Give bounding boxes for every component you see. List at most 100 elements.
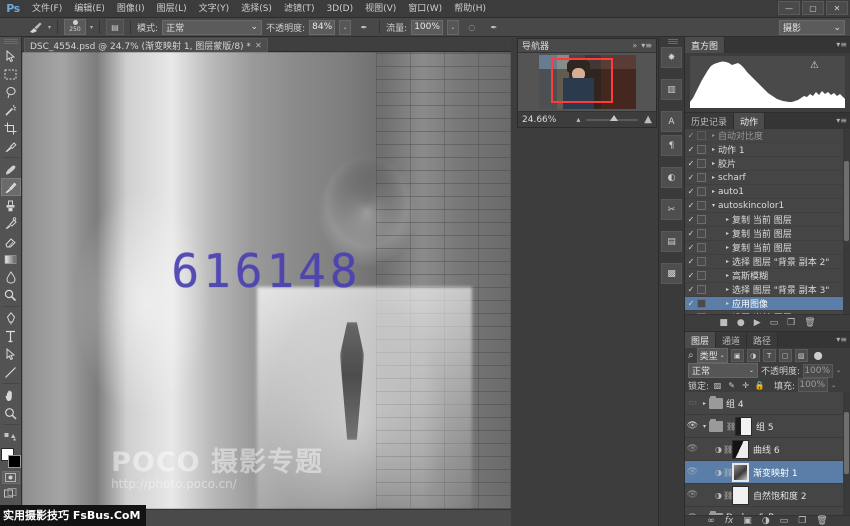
blur-tool[interactable] bbox=[1, 268, 21, 286]
path-selection-tool[interactable] bbox=[1, 345, 21, 363]
tab-channels[interactable]: 通道 bbox=[716, 332, 747, 348]
action-row[interactable]: ✓ ▸ 自动对比度 bbox=[685, 129, 850, 143]
hand-tool[interactable] bbox=[1, 386, 21, 404]
maximize-button[interactable]: ▢ bbox=[802, 1, 824, 15]
action-toggle-icon[interactable]: ✓ bbox=[685, 285, 697, 294]
document-tab[interactable]: DSC_4554.psd @ 24.7% (渐变映射 1, 图层蒙版/8) * … bbox=[24, 38, 268, 52]
layer-link-icon[interactable]: ⛓ bbox=[723, 468, 732, 477]
menu-view[interactable]: 视图(V) bbox=[359, 0, 402, 18]
layer-style-icon[interactable]: fx bbox=[725, 516, 734, 526]
clone-stamp-tool[interactable] bbox=[1, 196, 21, 214]
action-expand-icon[interactable]: ▸ bbox=[723, 300, 732, 307]
tab-paths[interactable]: 路径 bbox=[747, 332, 778, 348]
histogram-menu-icon[interactable]: ▾≡ bbox=[836, 40, 847, 49]
action-dialog-toggle[interactable] bbox=[697, 313, 706, 314]
action-row-selected[interactable]: ✓ ▸ 应用图像 bbox=[685, 297, 850, 311]
filter-smart-icon[interactable]: ▨ bbox=[795, 349, 808, 362]
actions-scroll-thumb[interactable] bbox=[844, 161, 849, 241]
edit-toolbar-icon[interactable] bbox=[1, 427, 21, 445]
close-document-icon[interactable]: ✕ bbox=[255, 41, 262, 50]
navigator-collapse-icon[interactable]: » bbox=[632, 41, 637, 50]
action-dialog-toggle[interactable] bbox=[697, 229, 706, 238]
color-swatches[interactable] bbox=[1, 448, 21, 468]
action-toggle-icon[interactable]: ✓ bbox=[685, 173, 697, 182]
navigator-zoom-value[interactable]: 24.66% bbox=[522, 115, 556, 125]
pen-tool[interactable] bbox=[1, 309, 21, 327]
eyedropper-tool[interactable] bbox=[1, 137, 21, 155]
brush-preset-caret-icon[interactable]: ▾ bbox=[48, 24, 51, 31]
opacity-field[interactable]: 84% bbox=[309, 20, 335, 35]
layer-mask-thumbnail[interactable] bbox=[732, 440, 749, 459]
healing-brush-tool[interactable] bbox=[1, 160, 21, 178]
menu-3d[interactable]: 3D(D) bbox=[320, 0, 359, 18]
navigator-menu-icon[interactable]: ▾≡ bbox=[641, 41, 652, 50]
stop-action-icon[interactable]: ■ bbox=[719, 318, 728, 328]
action-row[interactable]: ✓ ▸ 复制 当前 图层 bbox=[685, 213, 850, 227]
action-row[interactable]: ✓ ▸ 复制 当前 图层 bbox=[685, 227, 850, 241]
menu-image[interactable]: 图像(I) bbox=[111, 0, 151, 18]
action-toggle-icon[interactable]: ✓ bbox=[685, 131, 697, 140]
layer-visibility-icon[interactable]: 👁 bbox=[685, 421, 700, 431]
action-collapse-icon[interactable]: ▾ bbox=[709, 202, 718, 209]
adjustments-icon[interactable]: ✸ bbox=[661, 47, 682, 68]
delete-layer-icon[interactable]: 🗑 bbox=[816, 516, 827, 526]
move-tool[interactable] bbox=[1, 47, 21, 65]
action-dialog-toggle[interactable] bbox=[697, 215, 706, 224]
color-wheel-icon[interactable]: ◐ bbox=[661, 167, 682, 188]
action-dialog-toggle[interactable] bbox=[697, 159, 706, 168]
blend-mode-select[interactable]: 正常 ⌄ bbox=[162, 20, 262, 35]
histogram-warning-icon[interactable]: ⚠ bbox=[810, 60, 819, 71]
menu-type[interactable]: 文字(Y) bbox=[193, 0, 236, 18]
tab-layers[interactable]: 图层 bbox=[685, 332, 716, 348]
action-row[interactable]: ✓ ▸ 胶片 bbox=[685, 157, 850, 171]
layer-row[interactable]: ▭ ▸ 组 4 bbox=[685, 392, 850, 415]
layers-scrollbar[interactable] bbox=[843, 392, 850, 515]
crop-tool[interactable] bbox=[1, 119, 21, 137]
action-expand-icon[interactable]: ▸ bbox=[709, 132, 718, 139]
action-toggle-icon[interactable]: ✓ bbox=[685, 243, 697, 252]
filter-adjustment-icon[interactable]: ◑ bbox=[747, 349, 760, 362]
layer-visibility-icon[interactable]: 👁 bbox=[685, 444, 700, 454]
filter-kind-select[interactable]: 类型 ⌄ bbox=[697, 348, 728, 363]
lock-image-icon[interactable]: ✎ bbox=[726, 379, 737, 391]
new-adjustment-icon[interactable]: ◑ bbox=[762, 516, 770, 526]
type-tool[interactable] bbox=[1, 327, 21, 345]
action-toggle-icon[interactable]: ✓ bbox=[685, 201, 697, 210]
layer-row[interactable]: 👁 ▾ Dodge & Burn bbox=[685, 507, 850, 515]
action-toggle-icon[interactable]: ✓ bbox=[685, 271, 697, 280]
layer-list[interactable]: ▭ ▸ 组 4 👁 ▾ ⛓ 组 5 👁 bbox=[685, 392, 850, 515]
action-toggle-icon[interactable]: ✓ bbox=[685, 187, 697, 196]
action-expand-icon[interactable]: ▸ bbox=[723, 272, 732, 279]
action-toggle-icon[interactable]: ✓ bbox=[685, 159, 697, 168]
minimize-button[interactable]: — bbox=[778, 1, 800, 15]
layers-menu-icon[interactable]: ▾≡ bbox=[836, 335, 847, 344]
action-toggle-icon[interactable]: ✓ bbox=[685, 145, 697, 154]
layer-link-icon[interactable]: ⛓ bbox=[723, 491, 732, 500]
action-dialog-toggle[interactable] bbox=[697, 131, 706, 140]
action-row[interactable]: ✓ ▸ 设置 当前 图层 bbox=[685, 311, 850, 314]
filter-type-icon[interactable]: T bbox=[763, 349, 776, 362]
close-button[interactable]: ✕ bbox=[826, 1, 848, 15]
layer-fill-caret-icon[interactable]: ⌄ bbox=[831, 382, 836, 389]
toolbox-grip[interactable] bbox=[4, 39, 18, 45]
paragraph-icon[interactable]: ¶ bbox=[661, 135, 682, 156]
action-dialog-toggle[interactable] bbox=[697, 257, 706, 266]
brush-tool-icon[interactable] bbox=[26, 20, 44, 35]
action-expand-icon[interactable]: ▸ bbox=[709, 146, 718, 153]
menu-file[interactable]: 文件(F) bbox=[26, 0, 68, 18]
layer-visibility-icon[interactable]: ▭ bbox=[685, 398, 700, 408]
action-dialog-toggle[interactable] bbox=[697, 299, 706, 308]
action-row[interactable]: ✓ ▸ scharf bbox=[685, 171, 850, 185]
menu-select[interactable]: 选择(S) bbox=[235, 0, 278, 18]
zoom-tool[interactable] bbox=[1, 404, 21, 422]
zoom-out-icon[interactable]: ▴ bbox=[576, 115, 580, 124]
navigator-thumbnail[interactable] bbox=[518, 53, 656, 111]
action-toggle-icon[interactable]: ✓ bbox=[685, 229, 697, 238]
filter-toggle-icon[interactable]: ⬤ bbox=[814, 351, 823, 360]
lock-transparent-icon[interactable]: ▨ bbox=[712, 379, 723, 391]
action-expand-icon[interactable]: ▸ bbox=[723, 216, 732, 223]
actions-scrollbar[interactable] bbox=[843, 129, 850, 314]
tab-histogram[interactable]: 直方图 bbox=[685, 37, 725, 53]
opacity-caret-icon[interactable]: ⌄ bbox=[339, 20, 351, 35]
zoom-in-icon[interactable]: ▲ bbox=[644, 114, 652, 125]
